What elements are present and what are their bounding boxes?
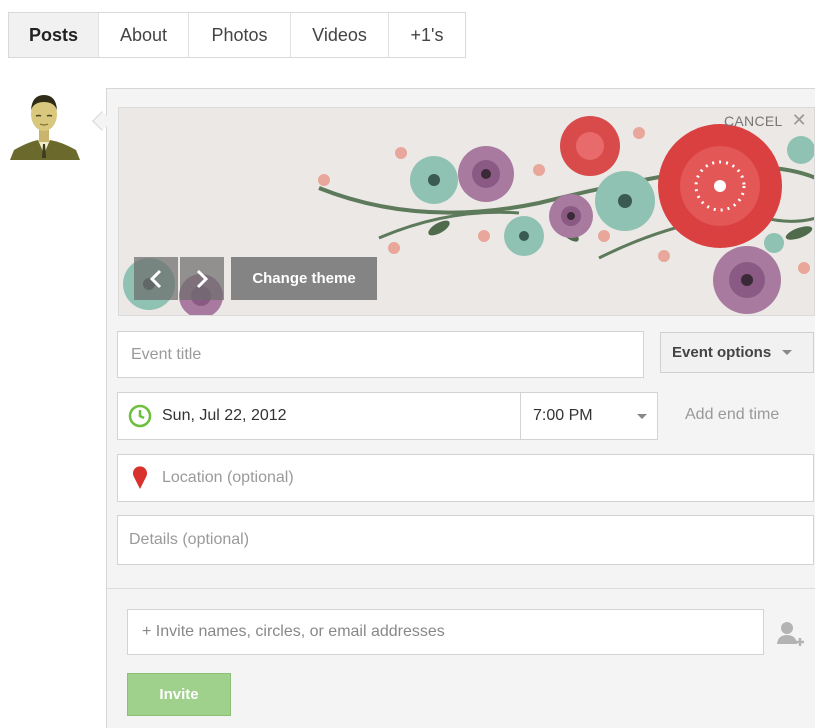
chevron-left-icon	[149, 269, 162, 288]
avatar[interactable]	[8, 88, 80, 160]
date-field[interactable]: Sun, Jul 22, 2012	[117, 392, 521, 440]
date-value: Sun, Jul 22, 2012	[162, 407, 287, 424]
tab-videos[interactable]: Videos	[291, 13, 389, 57]
chevron-right-icon	[196, 269, 209, 288]
chevron-down-icon	[782, 350, 793, 355]
tab-plus-ones[interactable]: +1's	[389, 13, 465, 57]
time-select[interactable]: 7:00 PM	[520, 392, 658, 440]
section-divider	[107, 588, 815, 589]
location-input[interactable]: Location (optional)	[117, 454, 814, 502]
add-person-icon-glyph	[777, 622, 804, 646]
chevron-down-icon	[637, 414, 647, 419]
invite-button[interactable]: Invite	[127, 673, 231, 716]
tab-about[interactable]: About	[99, 13, 189, 57]
location-placeholder: Location (optional)	[162, 469, 294, 486]
event-title-input[interactable]: Event title	[117, 331, 644, 378]
cancel-label: CANCEL	[724, 112, 783, 129]
change-theme-button[interactable]: Change theme	[231, 257, 377, 300]
tab-posts[interactable]: Posts	[9, 13, 99, 57]
invite-input[interactable]: + Invite names, circles, or email addres…	[127, 609, 764, 655]
details-input[interactable]: Details (optional)	[117, 515, 814, 565]
clock-icon	[128, 404, 152, 428]
profile-tabs: Posts About Photos Videos +1's	[8, 12, 466, 58]
map-pin-icon	[133, 466, 147, 489]
add-person-icon[interactable]	[776, 620, 804, 655]
previous-theme-button[interactable]	[134, 257, 178, 300]
time-value: 7:00 PM	[533, 407, 593, 424]
event-options-button[interactable]: Event options	[660, 332, 814, 373]
cancel-button[interactable]: CANCEL ✕	[724, 110, 807, 131]
tab-photos[interactable]: Photos	[189, 13, 291, 57]
add-end-time-link[interactable]: Add end time	[685, 406, 779, 424]
next-theme-button[interactable]	[180, 257, 224, 300]
close-icon: ✕	[791, 110, 807, 130]
event-options-label: Event options	[672, 344, 772, 361]
